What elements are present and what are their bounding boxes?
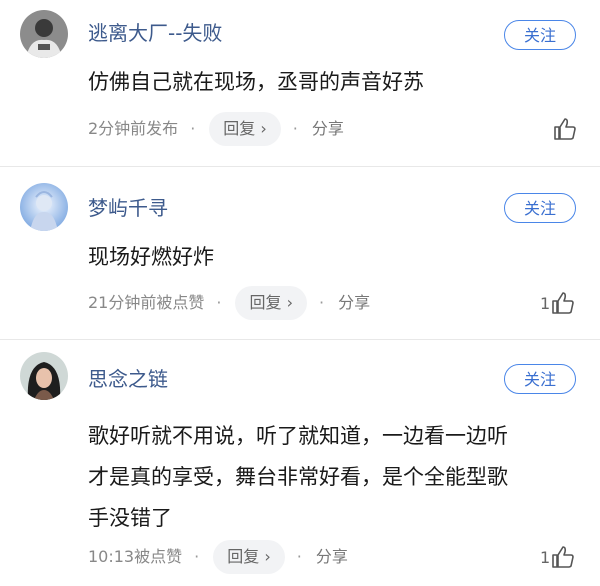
share-button[interactable]: 分享 <box>316 540 348 574</box>
chevron-right-icon: › <box>286 293 293 312</box>
reply-label: 回复 <box>223 119 256 138</box>
share-button[interactable]: 分享 <box>338 286 370 320</box>
thumbs-up-icon <box>552 546 574 568</box>
comment-meta: 2分钟前发布 · 回复 › · 分享 <box>88 112 344 146</box>
username[interactable]: 逃离大厂--失败 <box>88 19 222 47</box>
reply-label: 回复 <box>249 293 282 312</box>
comment-item: 逃离大厂--失败 关注 仿佛自己就在现场，丞哥的声音好苏 2分钟前发布 · 回复… <box>0 0 600 166</box>
chevron-right-icon: › <box>264 547 271 566</box>
thumbs-up-icon <box>554 118 576 140</box>
separator-dot: · <box>296 547 302 566</box>
avatar[interactable] <box>20 183 68 231</box>
follow-button[interactable]: 关注 <box>504 364 576 394</box>
follow-button[interactable]: 关注 <box>504 20 576 50</box>
like-button[interactable]: 1 <box>540 542 576 572</box>
comment-item: 思念之链 关注 歌好听就不用说，听了就知道，一边看一边听 才是真的享受，舞台非常… <box>0 340 600 586</box>
avatar[interactable] <box>20 10 68 58</box>
comment-text: 现场好燃好炸 <box>88 245 214 269</box>
chevron-right-icon: › <box>260 119 267 138</box>
comment-time: 10:13被点赞 <box>88 547 183 566</box>
separator-dot: · <box>292 119 298 138</box>
username[interactable]: 思念之链 <box>88 365 168 393</box>
like-button[interactable]: 1 <box>540 288 576 318</box>
comment-item: 梦屿千寻 关注 现场好燃好炸 21分钟前被点赞 · 回复 › · 分享 1 <box>0 167 600 339</box>
avatar[interactable] <box>20 352 68 400</box>
separator-dot: · <box>194 547 200 566</box>
separator-dot: · <box>216 293 222 312</box>
comment-meta: 21分钟前被点赞 · 回复 › · 分享 <box>88 286 370 320</box>
reply-label: 回复 <box>227 547 260 566</box>
comment-text-line: 歌好听就不用说，听了就知道，一边看一边听 <box>88 424 508 448</box>
comment-text-line: 手没错了 <box>88 506 172 530</box>
comment-meta: 10:13被点赞 · 回复 › · 分享 <box>88 540 348 574</box>
reply-button[interactable]: 回复 › <box>235 286 307 320</box>
separator-dot: · <box>318 293 325 312</box>
reply-button[interactable]: 回复 › <box>209 112 281 146</box>
username[interactable]: 梦屿千寻 <box>88 194 168 222</box>
comment-text: 歌好听就不用说，听了就知道，一边看一边听 才是真的享受，舞台非常好看，是个全能型… <box>88 416 568 539</box>
comment-time: 2分钟前发布 <box>88 119 179 138</box>
like-button[interactable] <box>552 114 578 144</box>
follow-button[interactable]: 关注 <box>504 193 576 223</box>
thumbs-up-icon <box>552 292 574 314</box>
comment-time: 21分钟前被点赞 <box>88 293 205 312</box>
comment-text: 仿佛自己就在现场，丞哥的声音好苏 <box>88 70 424 94</box>
comment-text-line: 才是真的享受，舞台非常好看，是个全能型歌 <box>88 465 508 489</box>
like-count: 1 <box>540 293 551 313</box>
reply-button[interactable]: 回复 › <box>213 540 285 574</box>
share-button[interactable]: 分享 <box>312 112 344 146</box>
separator-dot: · <box>190 119 196 138</box>
like-count: 1 <box>540 547 551 567</box>
